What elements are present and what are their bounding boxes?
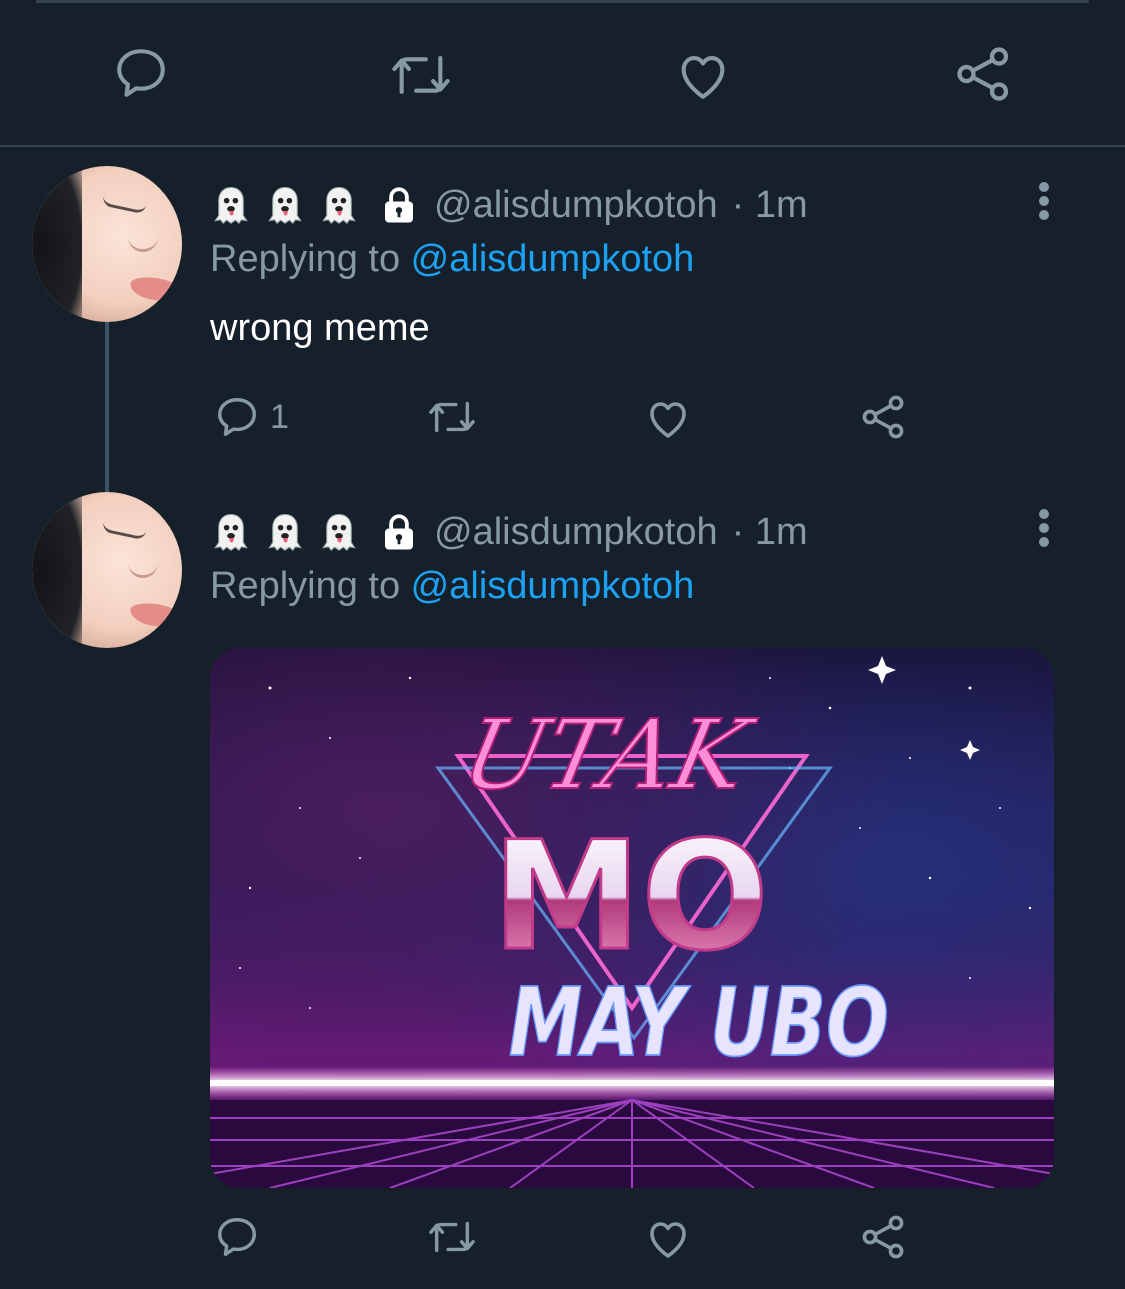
replying-to-line: Replying to @alisdumpkotoh [210,565,694,608]
tweet-handle[interactable]: @alisdumpkotoh [434,184,718,227]
retweet-icon [429,1221,475,1253]
share-icon [862,1215,904,1259]
ghost-emoji-icon [264,184,306,226]
like-button[interactable] [644,394,692,442]
tweet-handle[interactable]: @alisdumpkotoh [434,511,718,554]
like-button[interactable] [644,1214,692,1262]
ghost-emoji-icon [210,511,252,553]
replying-to-label: Replying to [210,238,411,280]
retweet-button[interactable] [388,46,454,104]
tweet-media-image[interactable]: UTAK MO MAY UBO [210,648,1054,1188]
meme-line-1: UTAK [453,699,763,811]
ghost-emoji-icon [264,511,306,553]
like-icon [650,402,686,438]
share-icon [862,395,904,439]
lock-icon [378,184,420,226]
reply-count: 1 [270,397,289,436]
replying-to-line: Replying to @alisdumpkotoh [210,238,694,281]
tweet-header: @alisdumpkotoh · 1m [210,508,808,556]
top-action-bar [0,0,1125,146]
replying-to-mention[interactable]: @alisdumpkotoh [411,238,695,280]
retweet-button[interactable] [424,394,480,440]
reply-icon [218,398,256,436]
more-options-button[interactable] [1036,509,1052,549]
avatar[interactable] [32,492,182,648]
retweet-button[interactable] [424,1214,480,1260]
thread-connector-line [105,322,109,492]
reply-button[interactable] [112,44,170,102]
share-button[interactable] [860,1213,908,1261]
like-icon [681,56,725,99]
retweet-icon [429,401,475,433]
retweet-icon [392,56,450,94]
lock-icon [378,511,420,553]
share-button[interactable] [954,44,1014,104]
like-icon [650,1222,686,1258]
tweet-header: @alisdumpkotoh · 1m [210,181,808,229]
like-button[interactable] [674,46,732,104]
reply-button[interactable] [214,1214,260,1260]
tweet-timestamp[interactable]: · 1m [732,511,808,554]
tweet-timestamp[interactable]: · 1m [732,184,808,227]
replying-to-mention[interactable]: @alisdumpkotoh [411,565,695,607]
ghost-emoji-icon [318,511,360,553]
replying-to-label: Replying to [210,565,411,607]
reply-icon [117,49,165,97]
section-divider [0,145,1125,147]
meme-line-2: MO [492,810,769,984]
share-icon [957,47,1009,101]
meme-line-3: MAY UBO [509,967,889,1077]
reply-icon [218,1218,256,1256]
reply-button[interactable]: 1 [214,394,289,440]
ghost-emoji-icon [318,184,360,226]
avatar[interactable] [32,166,182,322]
more-options-button[interactable] [1036,182,1052,222]
share-button[interactable] [860,393,908,441]
ghost-emoji-icon [210,184,252,226]
tweet-text: wrong meme [210,307,430,349]
